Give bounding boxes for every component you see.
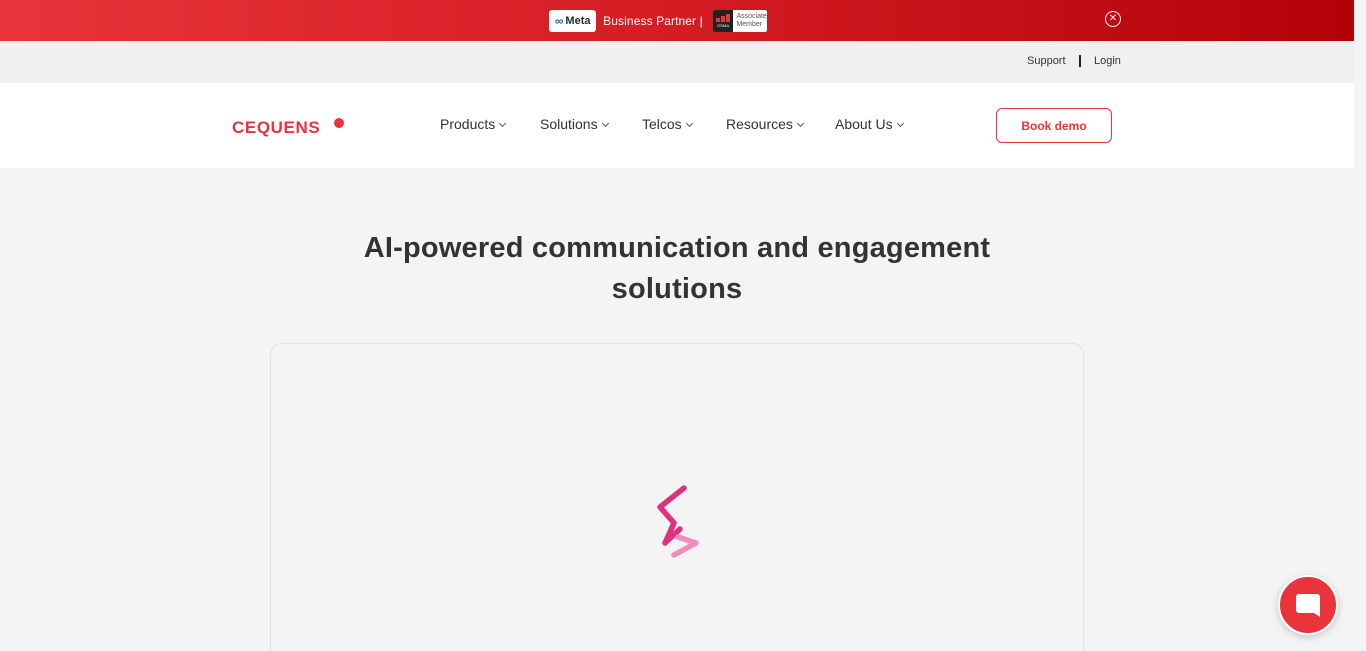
support-link[interactable]: Support [1027, 55, 1066, 67]
nav-item-label: Telcos [642, 116, 682, 132]
hero-title-line-1: AI-powered communication and engagement [363, 232, 991, 264]
meta-infinity-icon: ∞ [554, 13, 564, 28]
nav-item-label: Resources [726, 116, 793, 132]
logo-dot-icon [334, 118, 344, 128]
page: ∞ Meta Business Partner | GSMA Associate… [0, 0, 1366, 651]
promo-banner: ∞ Meta Business Partner | GSMA Associate… [0, 0, 1354, 41]
book-demo-button[interactable]: Book demo [996, 108, 1112, 143]
nav-item-label: Solutions [540, 116, 598, 132]
nav-item-products[interactable]: Products [440, 116, 507, 132]
nav-item-solutions[interactable]: Solutions [540, 116, 609, 132]
loading-spinner-icon [657, 485, 699, 558]
promo-text: Business Partner | [603, 13, 703, 28]
nav-item-label: Products [440, 116, 496, 132]
cequens-logo[interactable]: CEQUENS [232, 118, 320, 138]
nav-item-about-us[interactable]: About Us [835, 116, 904, 132]
login-link[interactable]: Login [1094, 55, 1121, 67]
utility-divider [1079, 55, 1081, 67]
gsma-badge: GSMA Associate Member [712, 9, 767, 32]
meta-business-badge: ∞ Meta [549, 9, 597, 32]
close-circle-icon[interactable]: ✕ [1105, 11, 1121, 27]
meta-badge-label: Meta [565, 14, 591, 27]
scrollbar[interactable] [1354, 0, 1366, 651]
gsma-logo-text: GSMA [716, 22, 730, 28]
utility-bar: Support Login [0, 41, 1354, 83]
chat-icon [1296, 594, 1320, 617]
chevron-down-icon [796, 119, 804, 127]
nav-item-resources[interactable]: Resources [726, 116, 804, 132]
hero-title: AI-powered communication and engagement … [0, 228, 1354, 310]
promo-content: ∞ Meta Business Partner | GSMA Associate… [549, 9, 767, 32]
nav-item-label: About Us [835, 116, 893, 132]
gsma-logo-icon: GSMA [712, 9, 734, 32]
chevron-down-icon [896, 119, 904, 127]
hero-title-line-2: solutions [611, 273, 743, 305]
main-header: CEQUENS Products Solutions Telcos Resour… [0, 83, 1354, 168]
nav-item-telcos[interactable]: Telcos [642, 116, 693, 132]
chevron-down-icon [685, 119, 693, 127]
gsma-badge-text: Associate Member [736, 12, 767, 28]
chevron-down-icon [601, 119, 609, 127]
chevron-down-icon [499, 119, 507, 127]
chat-widget-button[interactable] [1278, 575, 1338, 635]
